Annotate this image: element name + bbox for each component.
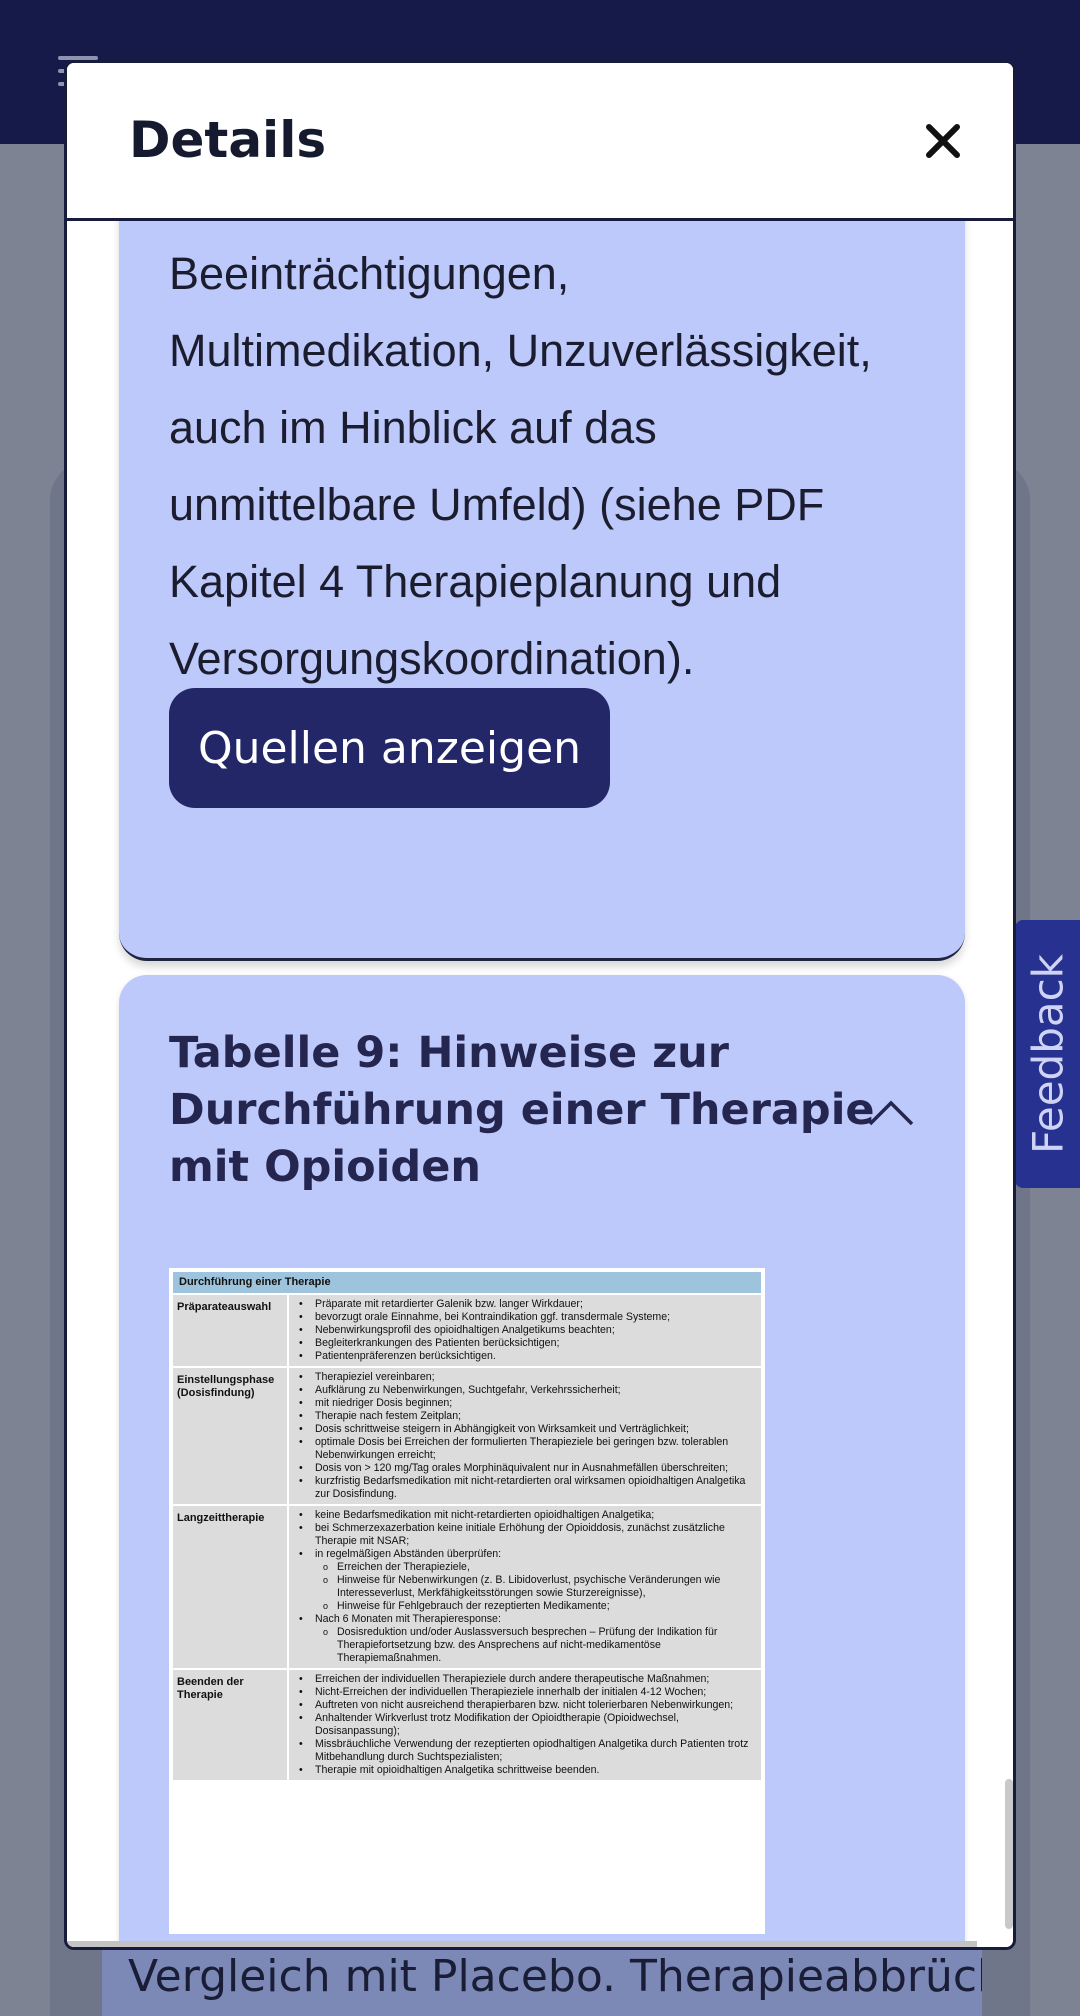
table-item: Dosisreduktion und/oder Auslassversuch b… [293,1626,757,1665]
feedback-tab[interactable]: Feedback [1015,920,1080,1188]
bottom-edge [67,1941,977,1947]
close-icon [926,124,960,158]
accordion-title-line: Tabelle 9: Hinweise zur [169,1028,729,1078]
therapy-table-image: Durchführung einer Therapie Präparateaus… [169,1268,765,1934]
modal-header: Details [67,63,1013,221]
table-item: Präparate mit retardierter Galenik bzw. … [293,1298,757,1311]
table-items: Therapieziel vereinbaren;Aufklärung zu N… [289,1368,761,1504]
card-text: Beeinträchtigungen, Multimedikation, Unz… [169,235,929,697]
table-item: Aufklärung zu Nebenwirkungen, Suchtgefah… [293,1384,757,1397]
table-item: Therapie mit opioidhaltigen Analgetika s… [293,1764,757,1777]
table-item: Therapieziel vereinbaren; [293,1371,757,1384]
card-text-line: Beeinträchtigungen, [169,248,570,299]
modal-scrollbar[interactable] [1005,1779,1013,1929]
table-items: keine Bedarfsmedikation mit nicht-retard… [289,1506,761,1668]
card-text-line: auch im Hinblick auf das [169,402,657,453]
card-text-line: Kapitel 4 Therapieplanung und [169,556,782,607]
show-sources-button[interactable]: Quellen anzeigen [169,688,610,808]
table-category: Einstellungsphase (Dosisfindung) [173,1368,289,1504]
table-category: Präparateauswahl [173,1295,289,1366]
table-item: Missbräuchliche Verwendung der rezeptier… [293,1738,757,1764]
table-items: Präparate mit retardierter Galenik bzw. … [289,1295,761,1366]
table-item: Begleiterkrankungen des Patienten berück… [293,1337,757,1350]
table-category: Beenden der Therapie [173,1670,289,1780]
table-item: kurzfristig Bedarfsmedikation mit nicht-… [293,1475,757,1501]
table-item: Anhaltender Wirkverlust trotz Modifikati… [293,1712,757,1738]
content-card: Beeinträchtigungen, Multimedikation, Unz… [119,221,965,961]
table-item: bei Schmerzexazerbation keine initiale E… [293,1522,757,1548]
table-item: optimale Dosis bei Erreichen der formuli… [293,1436,757,1462]
table-item: Nach 6 Monaten mit Therapieresponse: [293,1613,757,1626]
table-row: Langzeittherapie keine Bedarfsmedikation … [173,1504,761,1668]
table-item: Erreichen der individuellen Therapieziel… [293,1673,757,1686]
accordion-title-line: mit Opioiden [169,1142,481,1192]
table-item: mit niedriger Dosis beginnen; [293,1397,757,1410]
table-item: in regelmäßigen Abständen überprüfen: [293,1548,757,1561]
table-item: bevorzugt orale Einnahme, bei Kontraindi… [293,1311,757,1324]
table-row: Einstellungsphase (Dosisfindung)Therapie… [173,1366,761,1504]
table-item: Auftreten von nicht ausreichend therapie… [293,1699,757,1712]
table-item: Nicht-Erreichen der individuellen Therap… [293,1686,757,1699]
card-text-line: Multimedikation, Unzuverlässigkeit, [169,325,872,376]
feedback-label: Feedback [1023,953,1072,1155]
table-header: Durchführung einer Therapie [173,1272,761,1293]
details-modal: Details Beeinträchtigungen, Multimedikat… [64,60,1016,1950]
table-item: Hinweise für Fehlgebrauch der rezeptiert… [293,1600,757,1613]
table-item: Patientenpräferenzen berücksichtigen. [293,1350,757,1363]
table-category: Langzeittherapie [173,1506,289,1668]
table-accordion: Tabelle 9: Hinweise zur Durchführung ein… [119,975,965,1947]
table-item: Hinweise für Nebenwirkungen (z. B. Libid… [293,1574,757,1600]
table-row: Beenden der Therapie Erreichen der indivi… [173,1668,761,1780]
modal-title: Details [129,111,327,169]
accordion-title-line: Durchführung einer Therapie [169,1085,875,1135]
card-text-line: unmittelbare Umfeld) (siehe PDF [169,479,825,530]
table-item: Dosis schrittweise steigern in Abhängigk… [293,1423,757,1436]
modal-body[interactable]: Beeinträchtigungen, Multimedikation, Unz… [67,221,1013,1947]
table-item: keine Bedarfsmedikation mit nicht-retard… [293,1509,757,1522]
chevron-up-icon[interactable] [867,1099,915,1127]
accordion-title[interactable]: Tabelle 9: Hinweise zur Durchführung ein… [169,1025,875,1196]
table-items: Erreichen der individuellen Therapieziel… [289,1670,761,1780]
table-item: Nebenwirkungsprofil des opioidhaltigen A… [293,1324,757,1337]
close-button[interactable] [913,111,973,171]
table-item: Therapie nach festem Zeitplan; [293,1410,757,1423]
table-item: Dosis von > 120 mg/Tag orales Morphinäqu… [293,1462,757,1475]
card-text-line: Versorgungskoordination). [169,633,695,684]
table-item: Erreichen der Therapieziele, [293,1561,757,1574]
table-row: Präparateauswahl Präparate mit retardiert… [173,1293,761,1366]
